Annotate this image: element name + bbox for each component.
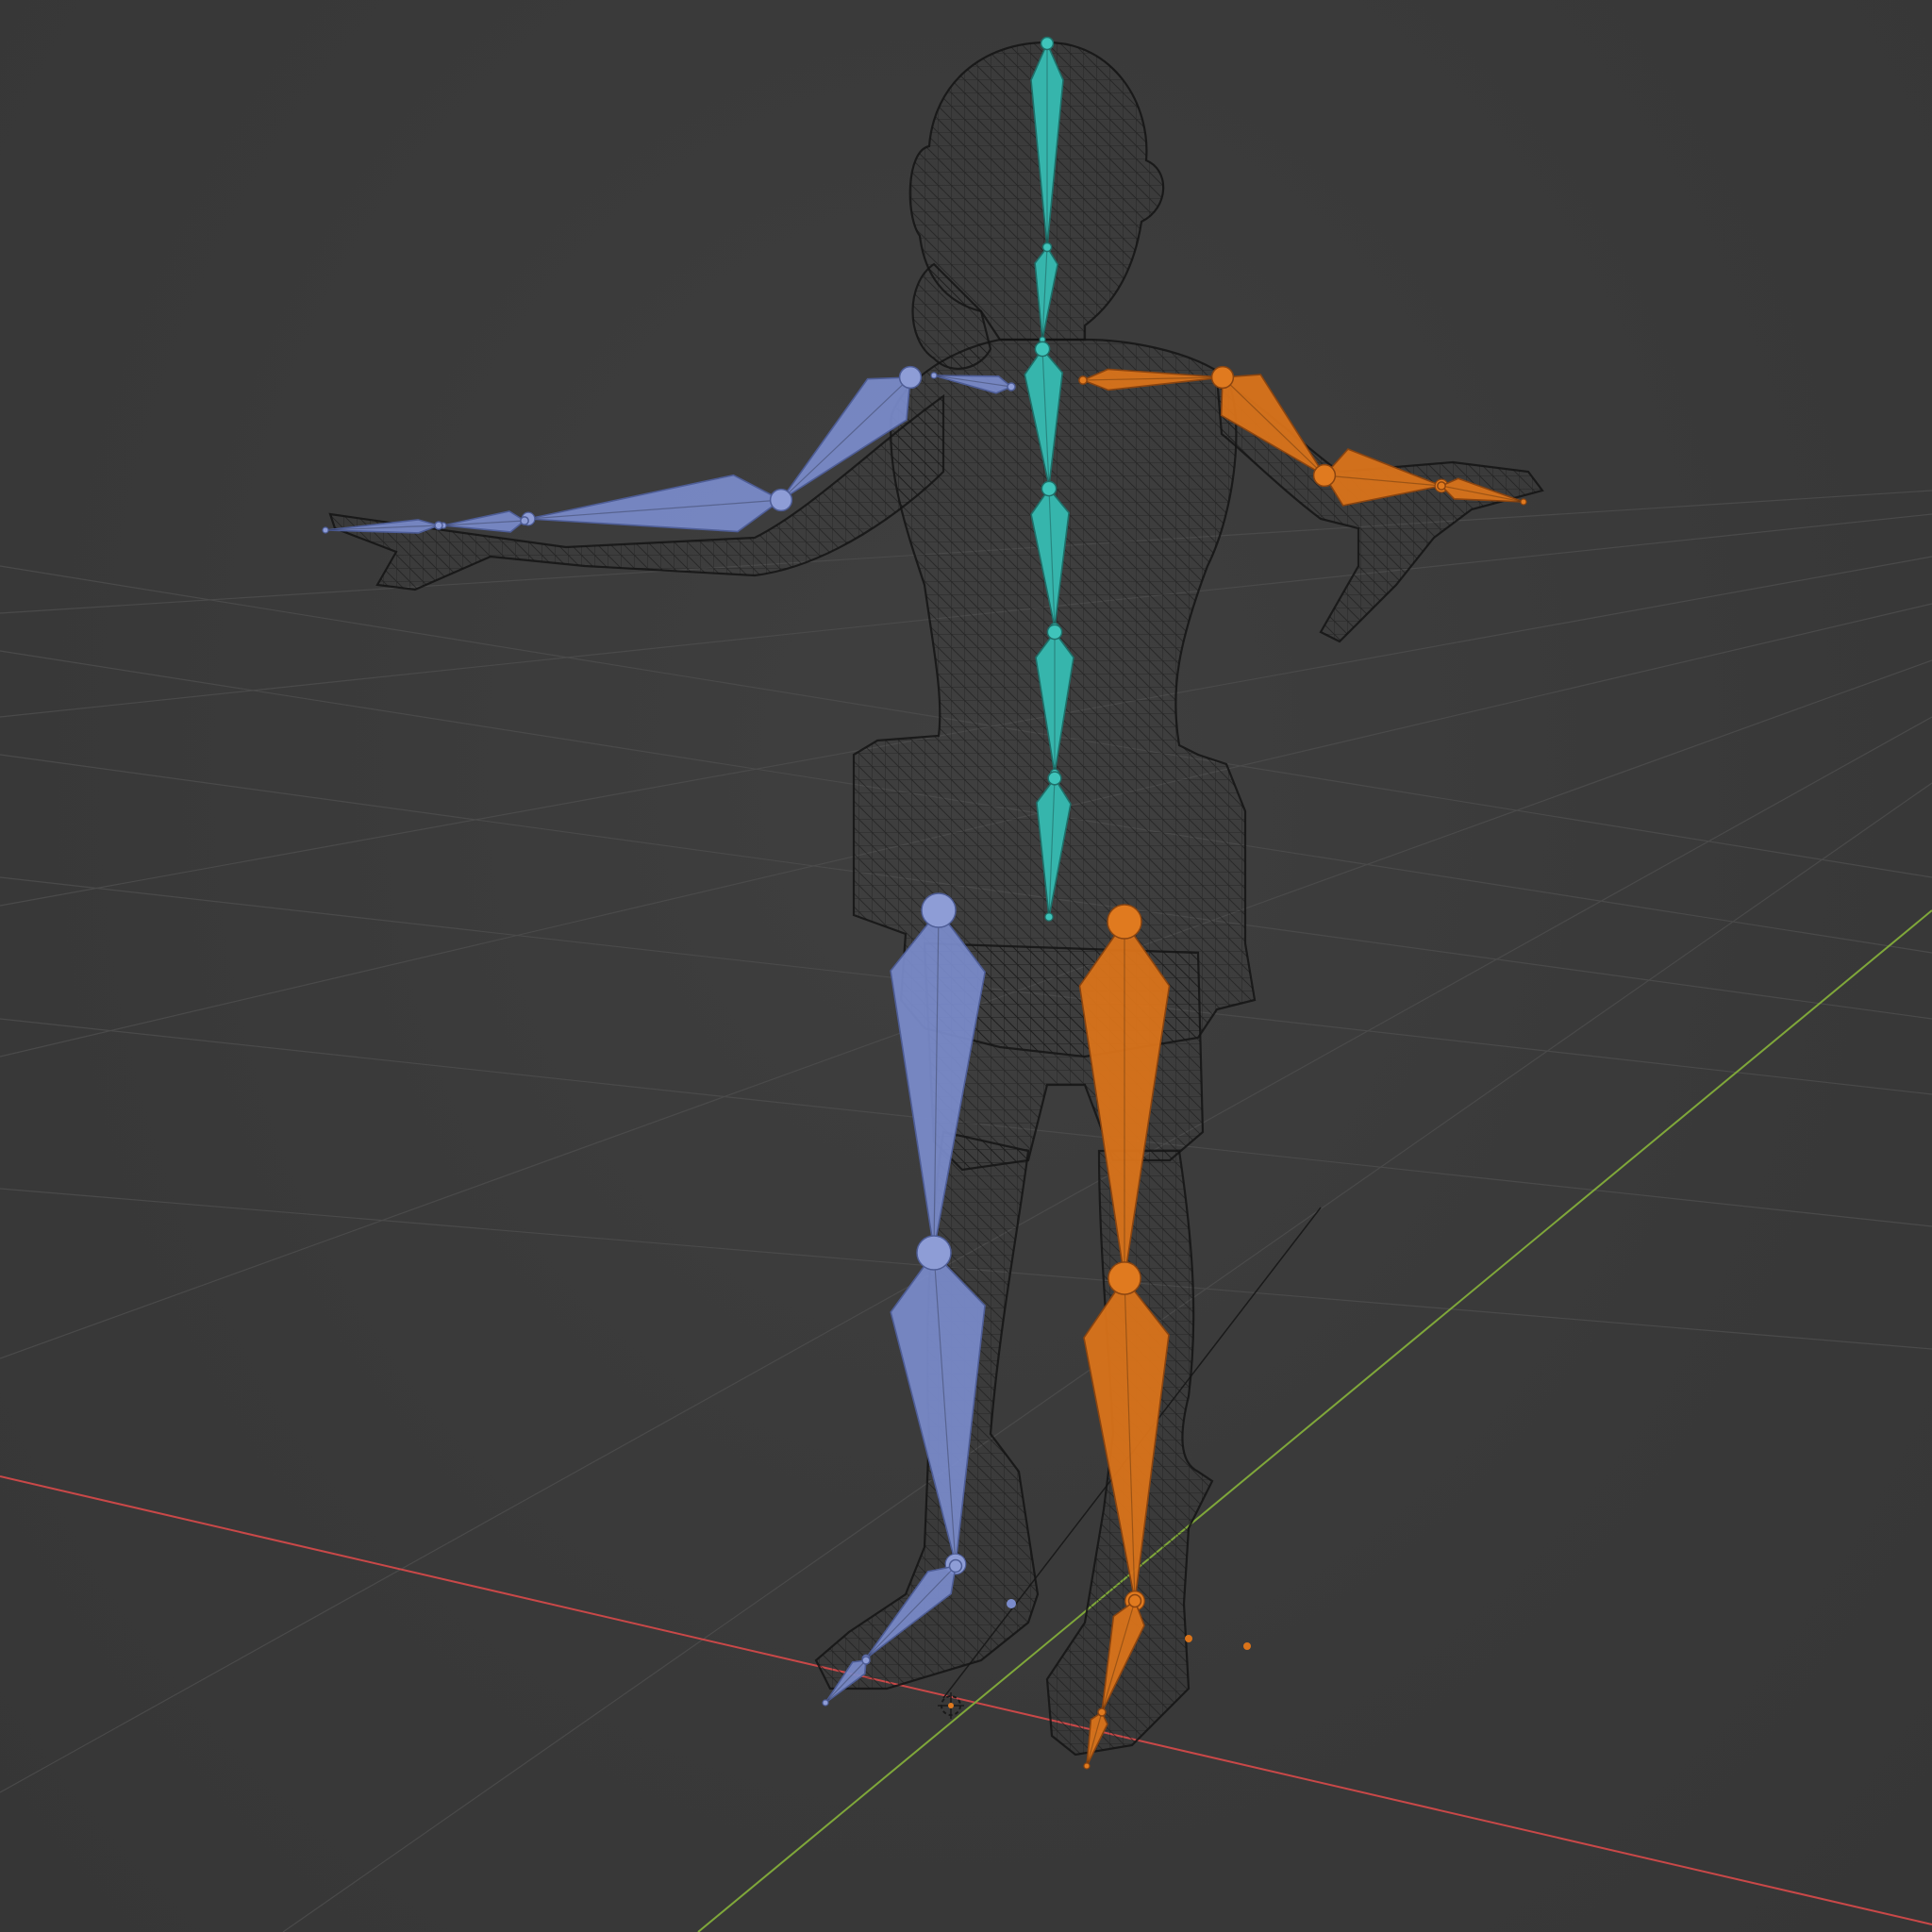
bone-upper-arm-r-joint[interactable]	[1210, 365, 1235, 390]
bone-shin-l-joint[interactable]	[916, 1235, 952, 1271]
bone-foot-r-joint[interactable]	[1127, 1593, 1142, 1608]
bone-finger-l-tail-joint[interactable]	[322, 526, 329, 534]
bone-clavicle-l-joint[interactable]	[1007, 382, 1016, 391]
3d-viewport[interactable]	[0, 0, 1932, 1932]
viewport-canvas[interactable]	[0, 0, 1932, 1932]
bone-toe-r-joint[interactable]	[1097, 1707, 1107, 1717]
bone-spine-lower-joint[interactable]	[1046, 624, 1063, 641]
bone-hand-r-joint[interactable]	[1437, 481, 1446, 491]
bone-forearm-r-joint[interactable]	[1312, 463, 1337, 488]
bone-upper-arm-l-joint[interactable]	[898, 365, 923, 390]
bone-thigh-l-joint[interactable]	[921, 892, 957, 928]
bone-forearm-l-joint[interactable]	[769, 488, 793, 512]
bone-spine-upper-joint[interactable]	[1041, 480, 1058, 497]
bone-shin-r-joint[interactable]	[1108, 1261, 1141, 1295]
bone-hips-tail-joint[interactable]	[1044, 912, 1054, 922]
y-axis-line	[697, 909, 1932, 1932]
bone-hand-r-tail-joint[interactable]	[1520, 498, 1527, 506]
bone-thigh-r-joint[interactable]	[1107, 904, 1142, 940]
bone-head-joint[interactable]	[1040, 36, 1055, 51]
bone-foot-l-joint[interactable]	[948, 1558, 963, 1574]
bone-finger-l-joint[interactable]	[434, 521, 443, 530]
bone-chest-joint[interactable]	[1034, 341, 1051, 358]
bone-clavicle-l-tail-joint[interactable]	[930, 372, 938, 379]
bone-toe-l-tail-joint[interactable]	[822, 1699, 829, 1707]
bone-clavicle-r-joint[interactable]	[1078, 375, 1088, 385]
bone-hand-l-joint[interactable]	[520, 516, 529, 525]
bone-neck-joint[interactable]	[1041, 242, 1053, 253]
bone-toe-r-tail-joint[interactable]	[1083, 1762, 1091, 1770]
bone-toe-l-joint[interactable]	[861, 1656, 871, 1665]
bone-hips-joint[interactable]	[1047, 771, 1062, 786]
